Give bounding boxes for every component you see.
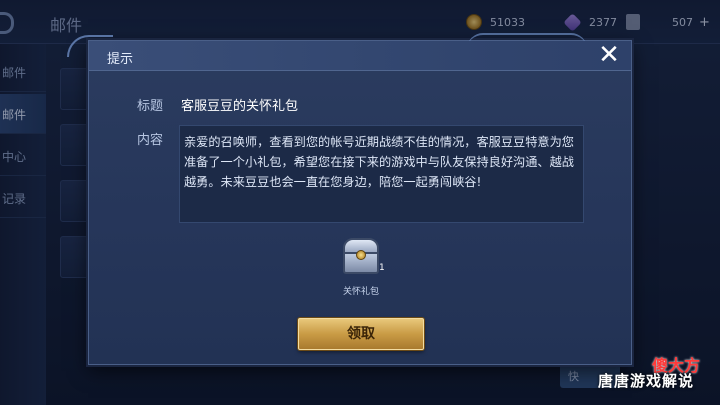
watermark-text: 唐唐游戏解说 bbox=[598, 372, 695, 390]
title-label: 标题 bbox=[137, 99, 164, 114]
gift-count: 1 bbox=[379, 263, 385, 273]
notice-dialog: 提示 ✕ 标题 客服豆豆的关怀礼包 内容 亲爱的召唤师，查看到您的帐号近期战绩不… bbox=[67, 33, 632, 365]
mail-content: 亲爱的召唤师，查看到您的帐号近期战绩不佳的情况，客服豆豆特意为您准备了一个小礼包… bbox=[179, 125, 584, 223]
treasure-chest-icon[interactable] bbox=[341, 236, 381, 276]
gift-name: 关怀礼包 bbox=[342, 287, 379, 297]
dialog-header: 提示 ✕ bbox=[89, 41, 631, 71]
lock-icon bbox=[356, 250, 366, 260]
content-label: 内容 bbox=[137, 133, 164, 148]
close-icon[interactable]: ✕ bbox=[595, 41, 623, 69]
dialog-title: 提示 bbox=[107, 52, 134, 67]
mail-title: 客服豆豆的关怀礼包 bbox=[181, 99, 299, 114]
claim-button[interactable]: 领取 bbox=[298, 318, 424, 350]
